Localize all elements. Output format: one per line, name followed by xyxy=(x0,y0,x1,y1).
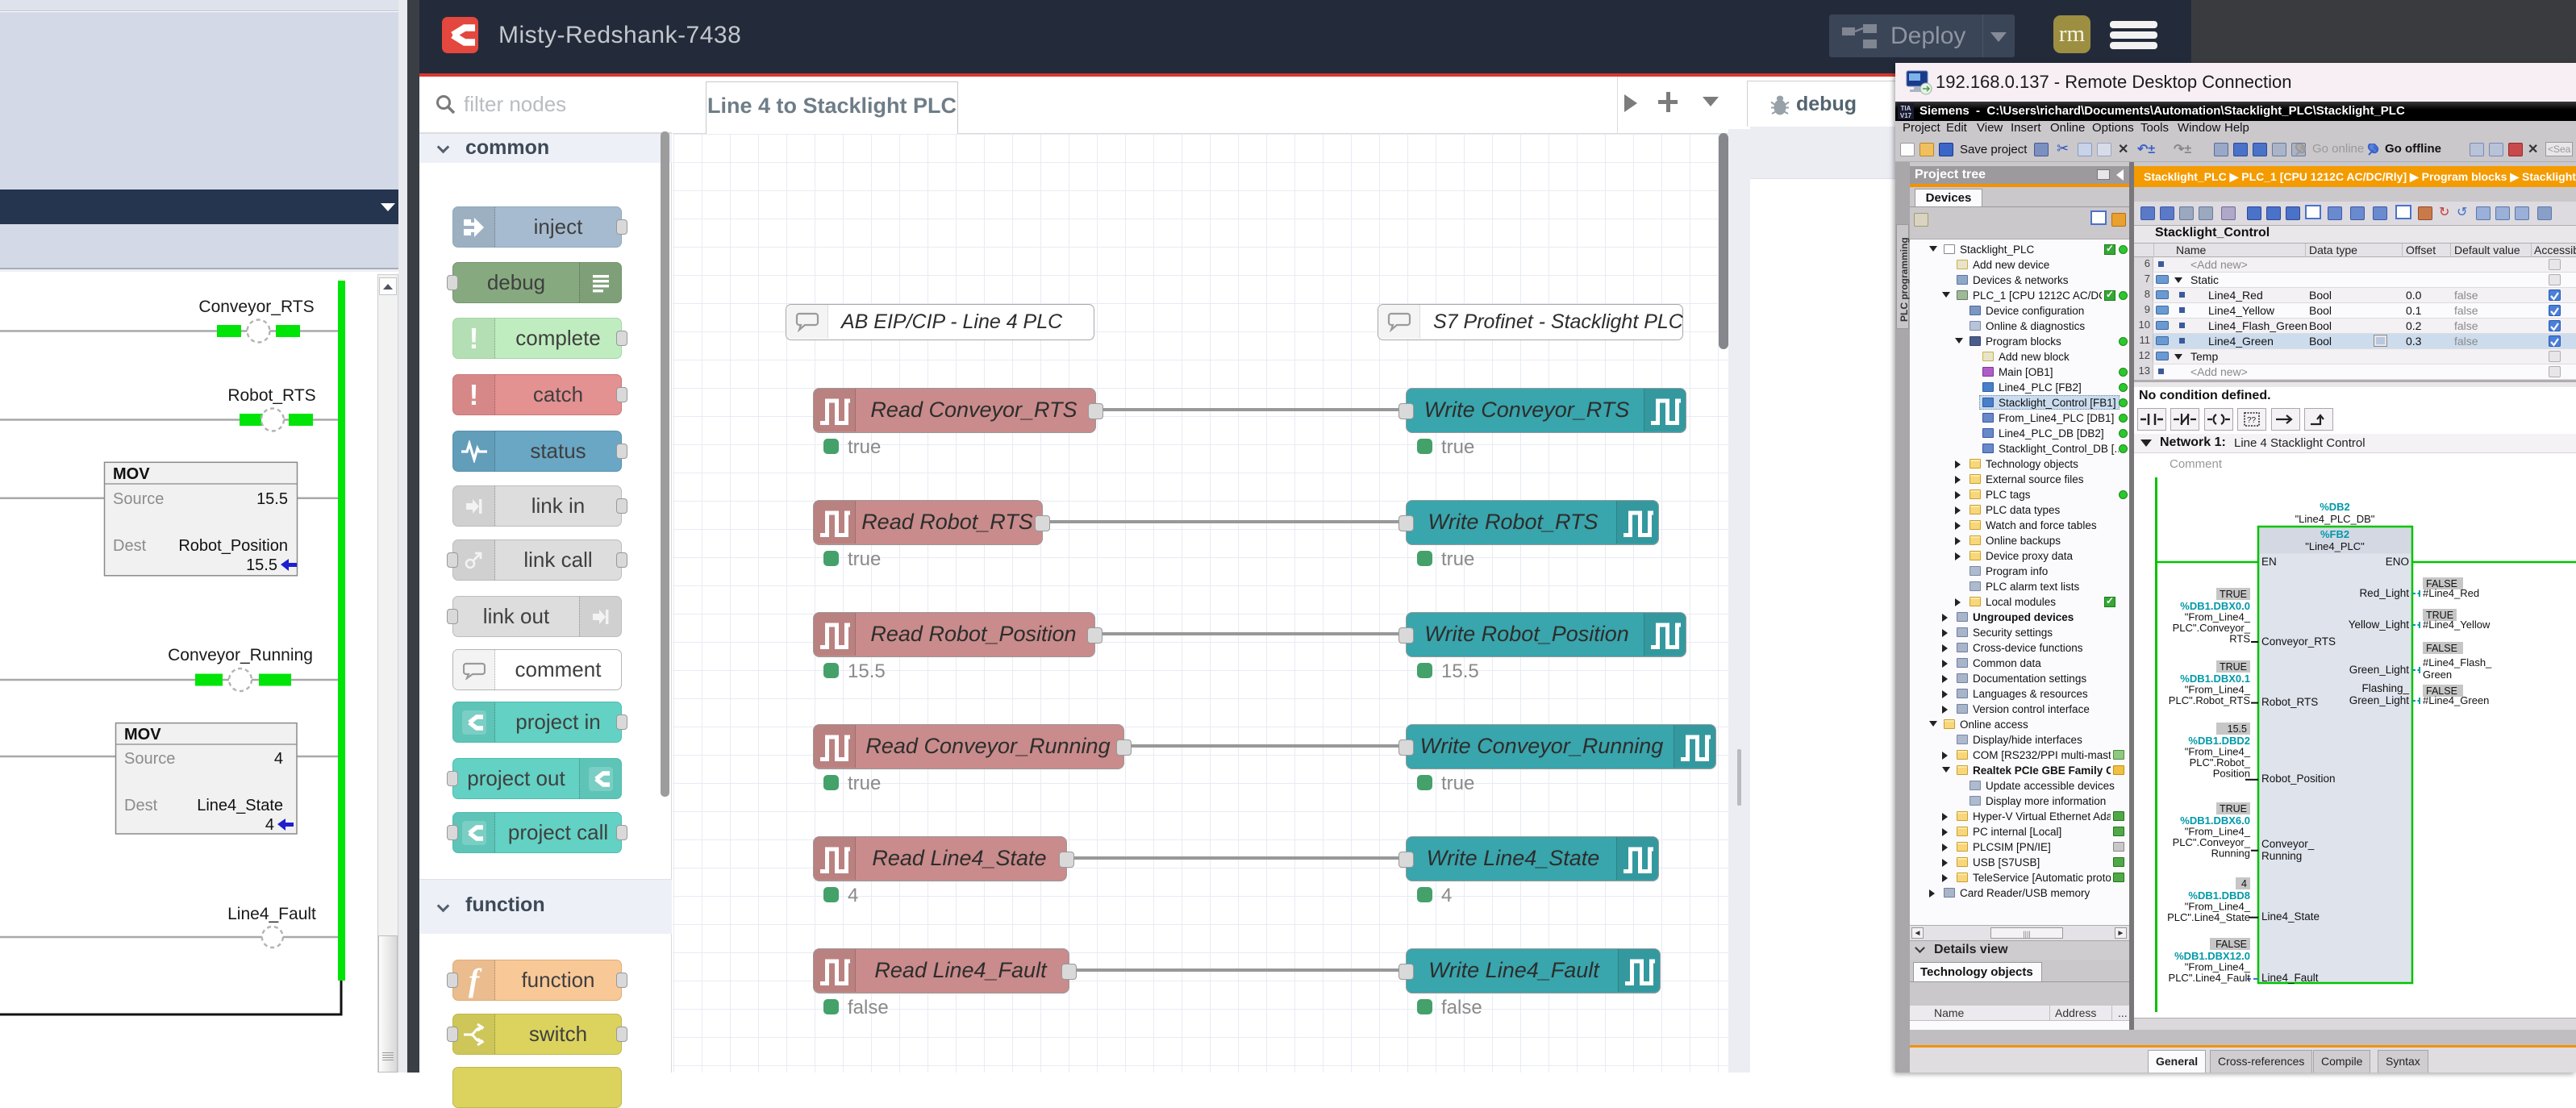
svg-text:MOV: MOV xyxy=(113,465,150,483)
svg-text:#Line4_Red: #Line4_Red xyxy=(2423,587,2479,599)
svg-text:TRUE: TRUE xyxy=(2220,589,2247,600)
svg-text:FALSE: FALSE xyxy=(2215,939,2247,950)
svg-text:15.5: 15.5 xyxy=(246,556,277,574)
svg-text:Robot_RTS: Robot_RTS xyxy=(227,386,315,405)
svg-text:Line4_State: Line4_State xyxy=(197,797,283,814)
svg-text:Robot_RTS: Robot_RTS xyxy=(2261,696,2318,708)
svg-text:PLC".Line4_State: PLC".Line4_State xyxy=(2167,911,2250,923)
svg-text:EN: EN xyxy=(2261,556,2277,568)
svg-text:Line4_Fault: Line4_Fault xyxy=(227,905,316,923)
svg-text:"Line4_PLC_DB": "Line4_PLC_DB" xyxy=(2295,513,2375,525)
svg-text:4: 4 xyxy=(274,750,283,768)
svg-text:15.5: 15.5 xyxy=(2228,723,2247,735)
svg-text:Red_Light: Red_Light xyxy=(2359,587,2409,599)
svg-text:Line4_Fault: Line4_Fault xyxy=(2261,972,2319,984)
svg-text:%DB2: %DB2 xyxy=(2320,501,2350,513)
svg-text:%FB2: %FB2 xyxy=(2320,528,2349,540)
svg-text:Position: Position xyxy=(2213,768,2250,780)
svg-text:15.5: 15.5 xyxy=(256,490,288,508)
svg-text:FALSE: FALSE xyxy=(2426,643,2457,654)
svg-text:Dest: Dest xyxy=(113,537,147,555)
svg-text:Conveyor_RTS: Conveyor_RTS xyxy=(2261,635,2336,648)
svg-text:MOV: MOV xyxy=(124,726,161,744)
svg-text:TRUE: TRUE xyxy=(2220,661,2247,673)
svg-text:Yellow_Light: Yellow_Light xyxy=(2349,619,2410,631)
svg-text:"Line4_PLC": "Line4_PLC" xyxy=(2305,540,2365,552)
svg-text:Conveyor_: Conveyor_ xyxy=(2261,838,2315,850)
svg-text:Green_Light: Green_Light xyxy=(2349,694,2410,706)
svg-text:Dest: Dest xyxy=(124,797,158,814)
svg-text:#Line4_Yellow: #Line4_Yellow xyxy=(2423,619,2491,631)
svg-text:Running: Running xyxy=(2211,848,2250,860)
svg-text:TRUE: TRUE xyxy=(2220,803,2247,814)
svg-text:Robot_Position: Robot_Position xyxy=(2261,773,2336,785)
svg-text:Green_Light: Green_Light xyxy=(2349,664,2410,676)
svg-text:PLC".Robot_RTS: PLC".Robot_RTS xyxy=(2169,694,2251,706)
svg-text:Line4_State: Line4_State xyxy=(2261,910,2320,923)
svg-text:??: ?? xyxy=(2247,416,2257,425)
svg-text:Conveyor_Running: Conveyor_Running xyxy=(168,646,313,664)
svg-text:4: 4 xyxy=(2241,878,2247,889)
svg-text:Running: Running xyxy=(2261,850,2302,862)
svg-text:#Line4_Green: #Line4_Green xyxy=(2423,694,2489,706)
svg-text:Source: Source xyxy=(113,490,164,508)
svg-text:PLC".Line4_Fault: PLC".Line4_Fault xyxy=(2169,972,2251,984)
svg-text:Conveyor_RTS: Conveyor_RTS xyxy=(198,298,314,316)
svg-text:Source: Source xyxy=(124,750,175,768)
svg-text:RTS: RTS xyxy=(2229,633,2250,645)
svg-text:Robot_Position: Robot_Position xyxy=(178,537,288,555)
svg-text:ENO: ENO xyxy=(2386,556,2409,568)
svg-text:Flashing_: Flashing_ xyxy=(2361,682,2409,694)
svg-text:Green: Green xyxy=(2423,669,2452,681)
svg-text:4: 4 xyxy=(265,816,274,834)
svg-text:#Line4_Flash_: #Line4_Flash_ xyxy=(2423,656,2492,669)
